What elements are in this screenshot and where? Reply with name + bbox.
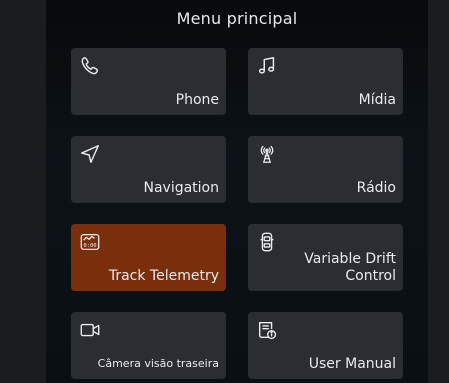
tile-phone[interactable]: Phone xyxy=(71,48,226,115)
phone-icon xyxy=(79,55,101,77)
right-bezel xyxy=(428,0,449,383)
tile-media[interactable]: Mídia xyxy=(248,48,403,115)
tile-label: User Manual xyxy=(308,356,396,372)
tile-label: Rádio xyxy=(356,180,396,196)
tile-radio[interactable]: Rádio xyxy=(248,136,403,203)
car-top-view-icon xyxy=(256,231,278,253)
tile-track-telemetry[interactable]: 0:00 Track Telemetry xyxy=(71,224,226,291)
main-menu-screen: Menu principal Phone Mídia Navigation Rá… xyxy=(46,0,428,383)
tile-label: Navigation xyxy=(143,180,219,196)
tile-label: Variable Drift Control xyxy=(304,251,396,284)
svg-text:0:00: 0:00 xyxy=(83,243,96,249)
manual-info-icon xyxy=(256,319,278,341)
tile-label: Mídia xyxy=(358,92,396,108)
left-bezel xyxy=(0,0,46,383)
page-title: Menu principal xyxy=(176,9,298,28)
tile-label: Track Telemetry xyxy=(108,268,219,284)
tile-navigation[interactable]: Navigation xyxy=(71,136,226,203)
tile-label: Câmera visão traseira xyxy=(97,357,219,370)
music-icon xyxy=(256,55,278,77)
navigation-arrow-icon xyxy=(79,143,101,165)
tile-user-manual[interactable]: User Manual xyxy=(248,312,403,379)
tile-rear-camera[interactable]: Câmera visão traseira xyxy=(71,312,226,379)
tile-variable-drift-control[interactable]: Variable Drift Control xyxy=(248,224,403,291)
radio-tower-icon xyxy=(256,143,278,165)
telemetry-gauge-icon: 0:00 xyxy=(79,231,101,253)
camera-icon xyxy=(79,319,101,341)
tile-label: Phone xyxy=(175,92,219,108)
